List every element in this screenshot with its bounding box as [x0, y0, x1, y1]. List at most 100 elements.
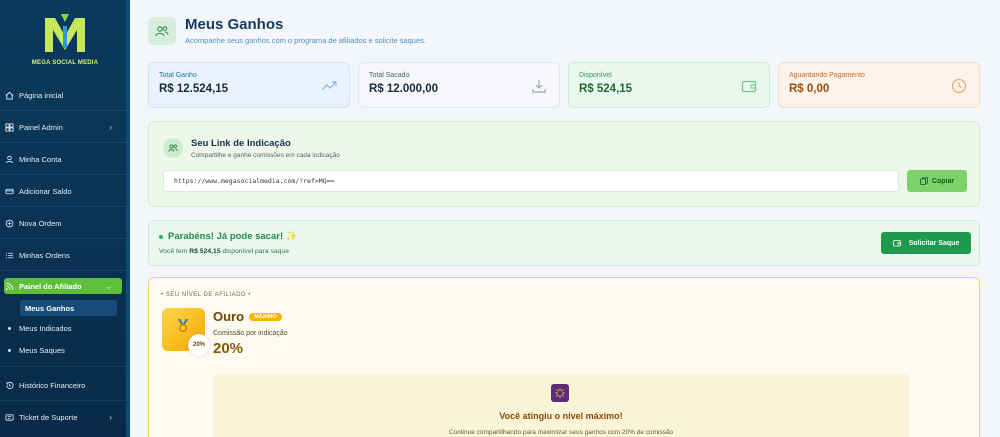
withdraw-sub-suffix: disponível para saque: [222, 248, 290, 255]
page-subtitle: Acompanhe seus ganhos com o programa de …: [185, 36, 426, 45]
commission-label: Comissão por indicação: [213, 330, 288, 337]
sidebar-item-my-account[interactable]: Minha Conta: [4, 150, 122, 168]
home-icon: [4, 90, 14, 100]
sidebar-subitem-my-earnings[interactable]: Meus Ganhos: [20, 300, 117, 316]
divider: [0, 400, 126, 401]
divider: [0, 270, 126, 271]
plus-circle-icon: [4, 218, 14, 228]
ticket-icon: [4, 412, 14, 422]
users-icon: [163, 138, 183, 158]
trend-up-icon: [321, 81, 337, 91]
download-icon: [532, 80, 546, 93]
withdraw-subtitle: Você tem R$ 524,15 disponível para saque: [159, 248, 289, 255]
sidebar-item-affiliate-panel[interactable]: Painel do Afiliado ⌄: [4, 278, 122, 294]
sidebar-item-financial-history[interactable]: Histórico Financeiro: [4, 376, 122, 394]
withdraw-available-amount: R$ 524,15: [189, 248, 221, 255]
sidebar-subitem-my-referrals[interactable]: Meus Indicados: [8, 320, 118, 336]
stat-card-total-earned: Total Ganho R$ 12.524,15: [148, 62, 350, 108]
sidebar-item-label: Painel Admin: [19, 122, 63, 132]
copy-icon: [920, 177, 928, 185]
stat-label: Aguardando Pagamento: [789, 72, 865, 79]
level-name: Ouro: [213, 309, 245, 324]
sidebar-subitem-label: Meus Indicados: [19, 323, 72, 333]
request-withdrawal-button[interactable]: Solicitar Saque: [881, 232, 971, 254]
history-icon: [4, 380, 14, 390]
sidebar-item-support-ticket[interactable]: Ticket de Suporte ›: [4, 408, 122, 426]
stat-label: Total Ganho: [159, 72, 197, 79]
chevron-right-icon: ›: [109, 122, 112, 132]
stat-label: Disponível: [579, 72, 612, 79]
rss-icon: [4, 281, 14, 291]
brand-name: MEGA SOCIAL MEDIA: [31, 60, 99, 66]
max-level-subtitle: Continue compartilhando para maximizar s…: [448, 429, 674, 436]
sidebar-item-new-order[interactable]: Nova Ordem: [4, 214, 122, 232]
wallet-icon: [741, 80, 757, 93]
withdraw-title-text: Parabéns! Já pode sacar! ✨: [168, 231, 298, 242]
max-level-badge: MÁXIMO: [249, 312, 282, 321]
sidebar-item-admin-panel[interactable]: Painel Admin ›: [4, 118, 122, 136]
referral-title: Seu Link de Indicação: [191, 138, 291, 149]
divider: [0, 142, 126, 143]
page-title: Meus Ganhos: [185, 16, 284, 33]
sidebar-item-label: Nova Ordem: [19, 218, 62, 228]
stat-value: R$ 0,00: [789, 83, 830, 95]
stat-value: R$ 12.000,00: [369, 83, 439, 95]
stat-value: R$ 524,15: [579, 83, 633, 95]
referral-subtitle: Compartilhe e ganhe comissões em cada in…: [191, 152, 340, 159]
sidebar-item-label: Minhas Ordens: [19, 250, 70, 260]
brand-logo[interactable]: MEGA SOCIAL MEDIA: [22, 12, 108, 72]
list-icon: [4, 250, 14, 260]
sidebar-item-label: Painel do Afiliado: [19, 281, 82, 291]
stat-label: Total Sacado: [369, 72, 410, 79]
referral-link-field[interactable]: https://www.megasocialmedia.com/?ref=MQ=…: [163, 170, 899, 192]
level-caption: • SEU NÍVEL DE AFILIADO •: [161, 292, 251, 298]
sidebar-item-label: Adicionar Saldo: [19, 186, 72, 196]
sidebar-subitem-label: Meus Ganhos: [25, 303, 75, 313]
divider: [0, 110, 126, 111]
page-header: Meus Ganhos Acompanhe seus ganhos com o …: [148, 16, 426, 45]
sidebar-item-home[interactable]: Página inicial: [4, 86, 122, 104]
withdraw-title: Parabéns! Já pode sacar! ✨: [159, 231, 298, 242]
fireworks-icon: [551, 384, 569, 402]
stat-value: R$ 12.524,15: [159, 83, 229, 95]
level-name-row: Ouro MÁXIMO: [213, 309, 282, 324]
withdraw-sub-prefix: Você tem: [159, 248, 188, 255]
sidebar-item-label: Página inicial: [19, 90, 64, 100]
sidebar-item-my-orders[interactable]: Minhas Ordens: [4, 246, 122, 264]
sidebar-item-add-balance[interactable]: Adicionar Saldo: [4, 182, 122, 200]
copy-button-label: Copiar: [931, 177, 955, 185]
medal-percentage: 20%: [188, 334, 210, 356]
chevron-right-icon: ›: [109, 412, 112, 422]
sidebar-subitem-my-withdrawals[interactable]: Meus Saques: [8, 342, 118, 358]
card-icon: [4, 186, 14, 196]
clock-icon: [951, 78, 967, 94]
chevron-down-icon: ⌄: [105, 281, 112, 291]
divider: [0, 366, 126, 367]
divider: [0, 238, 126, 239]
max-level-panel: Você atingiu o nível máximo! Continue co…: [213, 374, 909, 437]
stat-card-pending-payment: Aguardando Pagamento R$ 0,00: [778, 62, 980, 108]
user-icon: [4, 154, 14, 164]
referral-link-card: Seu Link de Indicação Compartilhe e ganh…: [148, 121, 980, 207]
sidebar-item-label: Minha Conta: [19, 154, 62, 164]
divider: [0, 174, 126, 175]
copy-button[interactable]: Copiar: [907, 170, 967, 192]
gold-medal-icon: 20%: [162, 308, 210, 356]
sidebar-subitem-label: Meus Saques: [19, 345, 65, 355]
withdraw-card: Parabéns! Já pode sacar! ✨ Você tem R$ 5…: [148, 220, 980, 266]
main-content: Meus Ganhos Acompanhe seus ganhos com o …: [130, 0, 1000, 437]
status-dot-icon: [159, 234, 163, 239]
logo-mark-icon: [45, 14, 85, 52]
request-withdrawal-label: Solicitar Saque: [908, 239, 960, 247]
commission-value: 20%: [213, 340, 244, 357]
max-level-title: Você atingiu o nível máximo!: [499, 411, 623, 421]
users-icon: [148, 16, 176, 45]
affiliate-level-card: • SEU NÍVEL DE AFILIADO • 20% Ouro MÁXIM…: [148, 277, 980, 437]
bullet-icon: [8, 348, 11, 352]
bullet-icon: [8, 326, 11, 330]
wallet-icon: [892, 240, 901, 247]
dashboard-icon: [4, 122, 14, 132]
medal-emblem-icon: [178, 319, 188, 332]
stat-card-total-withdrawn: Total Sacado R$ 12.000,00: [358, 62, 560, 108]
sidebar: MEGA SOCIAL MEDIA Página inicial Painel …: [0, 0, 130, 437]
